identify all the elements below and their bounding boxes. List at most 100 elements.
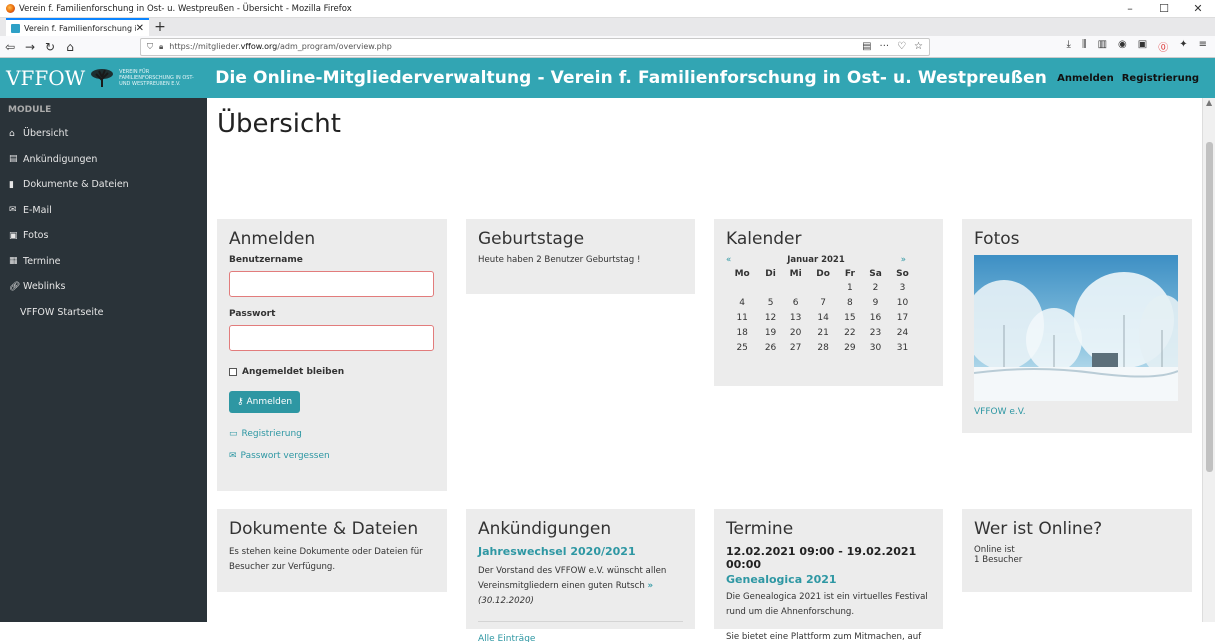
- minimize-icon[interactable]: –: [1113, 2, 1147, 15]
- lock-icon[interactable]: 🔒︎: [159, 42, 163, 52]
- calendar-day[interactable]: 1: [838, 280, 862, 295]
- calendar-day[interactable]: 19: [758, 325, 782, 340]
- documents-text: Es stehen keine Dokumente oder Dateien f…: [229, 547, 423, 572]
- calendar-day[interactable]: 24: [889, 325, 916, 340]
- register-link[interactable]: ▭ Registrierung: [229, 429, 435, 439]
- header-register-link[interactable]: Registrierung: [1122, 73, 1199, 84]
- calendar-day[interactable]: 16: [862, 310, 889, 325]
- sidebar-item-events[interactable]: ▦ Termine: [0, 249, 207, 275]
- calendar-day[interactable]: 3: [889, 280, 916, 295]
- events-title: Termine: [726, 519, 794, 539]
- calendar-day[interactable]: 17: [889, 310, 916, 325]
- calendar-day[interactable]: 23: [862, 325, 889, 340]
- calendar-day[interactable]: 4: [726, 295, 758, 310]
- calendar-day[interactable]: 10: [889, 295, 916, 310]
- calendar-day[interactable]: 22: [838, 325, 862, 340]
- close-icon[interactable]: ✕: [1181, 2, 1215, 15]
- calendar-day[interactable]: 14: [809, 310, 838, 325]
- calendar-day[interactable]: 21: [809, 325, 838, 340]
- sidebar-toggle-icon[interactable]: ▥: [1098, 39, 1107, 54]
- page-scrollbar[interactable]: ▲: [1202, 98, 1215, 622]
- calendar-day[interactable]: 9: [862, 295, 889, 310]
- forgot-password-link[interactable]: ✉ Passwort vergessen: [229, 451, 435, 461]
- mail-icon: ✉: [9, 205, 17, 216]
- url-bar[interactable]: ⛉ 🔒︎ https://mitglieder.vffow.org/adm_pr…: [140, 37, 930, 56]
- calendar-day[interactable]: 30: [862, 340, 889, 355]
- weekday-label: Do: [816, 268, 830, 279]
- home-icon[interactable]: ⌂: [60, 40, 80, 54]
- url-text[interactable]: https://mitglieder.vffow.org/adm_program…: [169, 42, 862, 51]
- calendar-day[interactable]: 8: [838, 295, 862, 310]
- header-title: Die Online-Mitgliederverwaltung - Verein…: [215, 68, 1047, 88]
- calendar-day[interactable]: 5: [758, 295, 782, 310]
- reader-view-icon[interactable]: ▤: [862, 41, 871, 52]
- calendar-prev-button[interactable]: «: [726, 255, 731, 265]
- scrollbar-thumb[interactable]: [1206, 142, 1213, 472]
- remember-checkbox[interactable]: Angemeldet bleiben: [229, 367, 435, 377]
- mail-icon: ✉: [229, 451, 237, 461]
- scroll-up-icon[interactable]: ▲: [1206, 98, 1212, 107]
- event-title-link[interactable]: Genealogica 2021: [726, 573, 931, 586]
- favicon-icon: [11, 23, 20, 33]
- announcement-title-link[interactable]: Jahreswechsel 2020/2021: [478, 545, 683, 558]
- sidebar-item-announcements[interactable]: ▤ Ankündigungen: [0, 147, 207, 173]
- calendar-day[interactable]: 28: [809, 340, 838, 355]
- calendar-next-button[interactable]: »: [901, 255, 906, 265]
- calendar-day[interactable]: 20: [783, 325, 809, 340]
- password-input[interactable]: [229, 325, 434, 351]
- forward-icon[interactable]: →: [20, 40, 40, 54]
- calendar-day[interactable]: 12: [758, 310, 782, 325]
- sidebar-item-vffow-home[interactable]: VFFOW Startseite: [0, 300, 207, 326]
- extensions-puzzle-icon[interactable]: ✦: [1179, 39, 1187, 54]
- calendar-day[interactable]: 25: [726, 340, 758, 355]
- sidebar-item-overview[interactable]: ⌂ Übersicht: [0, 121, 207, 147]
- calendar-day[interactable]: 27: [783, 340, 809, 355]
- amazon-icon[interactable]: ▣: [1138, 39, 1147, 54]
- newspaper-icon: ▤: [9, 154, 18, 165]
- maximize-icon[interactable]: ☐: [1147, 2, 1181, 15]
- page-actions-icon[interactable]: ···: [880, 41, 890, 52]
- calendar-day[interactable]: 15: [838, 310, 862, 325]
- firefox-logo-icon: [6, 4, 15, 13]
- calendar-day[interactable]: 7: [809, 295, 838, 310]
- extension-icon[interactable]: ◉: [1118, 39, 1127, 54]
- calendar-day[interactable]: 31: [889, 340, 916, 355]
- sidebar-item-documents[interactable]: ▮ Dokumente & Dateien: [0, 172, 207, 198]
- all-entries-link[interactable]: Alle Einträge: [478, 634, 683, 642]
- menu-icon[interactable]: ≡: [1199, 39, 1207, 54]
- login-button[interactable]: ⚷ Anmelden: [229, 391, 301, 413]
- calendar-day[interactable]: 11: [726, 310, 758, 325]
- read-more-link[interactable]: »: [648, 581, 654, 591]
- help-extension-icon[interactable]: ⓪: [1158, 39, 1168, 54]
- download-icon[interactable]: ⤓: [1067, 39, 1071, 54]
- calendar-day[interactable]: 6: [783, 295, 809, 310]
- calendar-day[interactable]: 18: [726, 325, 758, 340]
- winter-photo[interactable]: [974, 255, 1178, 401]
- tab-close-icon[interactable]: ✕: [136, 23, 144, 34]
- calendar-day[interactable]: 26: [758, 340, 782, 355]
- online-card: Wer ist Online? Online ist 1 Besucher: [962, 509, 1192, 592]
- calendar-day[interactable]: 2: [862, 280, 889, 295]
- username-input[interactable]: [229, 271, 434, 297]
- sidebar-item-email[interactable]: ✉ E-Mail: [0, 198, 207, 224]
- library-icon[interactable]: ⫼: [1082, 39, 1087, 54]
- shield-icon[interactable]: ⛉: [147, 42, 153, 52]
- browser-tab[interactable]: Verein f. Familienforschung in O ✕: [6, 18, 149, 36]
- calendar-day[interactable]: 13: [783, 310, 809, 325]
- announcement-date: (30.12.2020): [478, 596, 534, 606]
- sidebar-item-photos[interactable]: ▣ Fotos: [0, 223, 207, 249]
- calendar-day[interactable]: 29: [838, 340, 862, 355]
- new-tab-icon[interactable]: +: [149, 18, 171, 36]
- site-logo[interactable]: VFFOW VEREIN FÜR FAMILIENFORSCHUNG IN OS…: [0, 66, 205, 90]
- checkbox-box[interactable]: [229, 368, 237, 376]
- back-icon[interactable]: ⇦: [0, 40, 20, 54]
- photos-album-link[interactable]: VFFOW e.V.: [974, 407, 1180, 417]
- bookmark-star-icon[interactable]: ☆: [914, 41, 923, 52]
- pocket-icon[interactable]: ♡: [897, 41, 906, 52]
- reload-icon[interactable]: ↻: [40, 40, 60, 54]
- weekday-label: Mo: [734, 268, 750, 279]
- divider: [478, 621, 683, 622]
- sidebar-heading: MODULE: [8, 105, 52, 115]
- header-login-link[interactable]: Anmelden: [1057, 73, 1114, 84]
- sidebar-item-weblinks[interactable]: 🔗︎ Weblinks: [0, 274, 207, 300]
